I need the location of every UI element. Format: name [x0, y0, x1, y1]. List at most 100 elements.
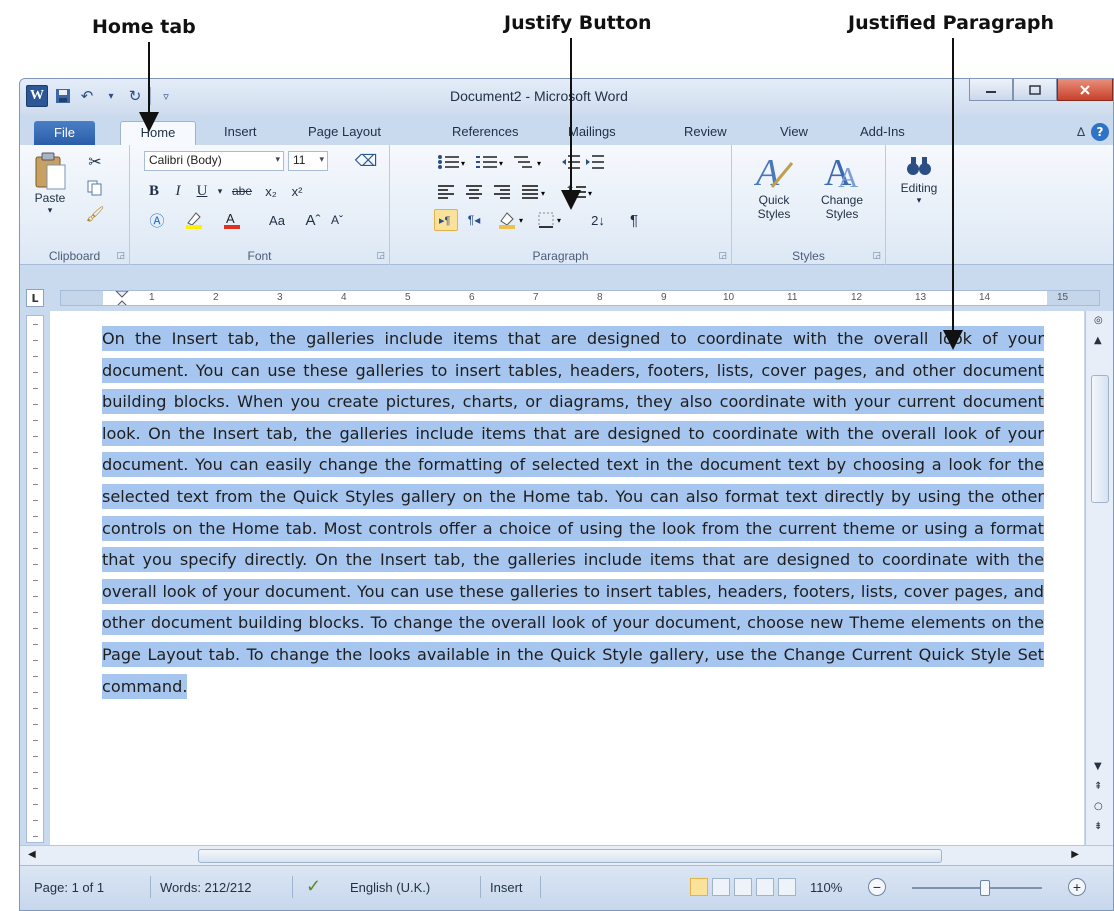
font-color-icon[interactable]: A	[218, 209, 246, 231]
rtl-text-direction-icon[interactable]: ¶◂	[462, 209, 486, 231]
next-page-icon[interactable]: ⇟	[1094, 821, 1102, 832]
change-case-button[interactable]: Aa	[260, 209, 294, 231]
font-name-combo[interactable]: Calibri (Body) ▾	[144, 151, 284, 171]
strikethrough-button[interactable]: abe	[228, 181, 256, 201]
maximize-button[interactable]	[1013, 79, 1057, 101]
zoom-slider[interactable]	[912, 887, 1042, 889]
tab-add-ins[interactable]: Add-Ins	[852, 121, 913, 145]
text-effects-icon[interactable]: Ⓐ	[144, 209, 170, 231]
clipboard-launcher-icon[interactable]: ◲	[116, 251, 125, 261]
font-launcher-icon[interactable]: ◲	[376, 251, 385, 261]
word-logo-icon[interactable]: W	[26, 85, 48, 107]
horizontal-scroll-thumb[interactable]	[198, 849, 942, 863]
format-painter-icon[interactable]: 🖌	[84, 203, 106, 225]
status-words[interactable]: Words: 212/212	[160, 880, 252, 895]
line-spacing-icon[interactable]: ▾	[564, 181, 598, 203]
change-styles-button[interactable]: AA Change Styles	[810, 149, 874, 221]
save-icon[interactable]	[54, 87, 72, 105]
font-size-combo[interactable]: 11 ▾	[288, 151, 328, 171]
tab-mailings[interactable]: Mailings	[560, 121, 624, 145]
editing-button[interactable]: Editing ▾	[894, 151, 944, 206]
scroll-up-icon[interactable]: ▲	[1094, 335, 1102, 346]
indent-marker-icon[interactable]	[115, 291, 129, 306]
select-browse-object-icon[interactable]: ○	[1094, 801, 1103, 812]
borders-icon[interactable]: ▾	[534, 209, 570, 231]
vertical-ruler[interactable]	[26, 315, 44, 843]
clipboard-group-label: Clipboard	[48, 249, 101, 263]
underline-button[interactable]: U	[192, 181, 212, 201]
help-icon[interactable]: ?	[1091, 123, 1109, 141]
horizontal-ruler[interactable]: 1 2 3 4 5 6 7 8 9 10 11 12 13 14 15	[60, 290, 1100, 306]
document-page[interactable]: On the Insert tab, the galleries include…	[50, 311, 1084, 845]
bold-button[interactable]: B	[144, 181, 164, 201]
zoom-out-icon[interactable]: −	[868, 878, 886, 896]
justified-paragraph[interactable]: On the Insert tab, the galleries include…	[102, 323, 1044, 702]
subscript-button[interactable]: x₂	[260, 181, 282, 201]
styles-launcher-icon[interactable]: ◲	[872, 251, 881, 261]
tab-review[interactable]: Review	[676, 121, 735, 145]
align-right-icon[interactable]	[490, 181, 514, 203]
web-layout-view-icon[interactable]	[734, 878, 752, 896]
zoom-in-icon[interactable]: +	[1068, 878, 1086, 896]
align-left-icon[interactable]	[434, 181, 458, 203]
outline-view-icon[interactable]	[756, 878, 774, 896]
ltr-text-direction-icon[interactable]: ▸¶	[434, 209, 458, 231]
scroll-left-icon[interactable]: ◀	[28, 849, 36, 860]
tab-page-layout[interactable]: Page Layout	[300, 121, 389, 145]
scroll-down-icon[interactable]: ▼	[1094, 761, 1102, 772]
vertical-scrollbar[interactable]: ◎ ▲ ▼ ⇞ ○ ⇟	[1085, 311, 1113, 845]
quick-styles-button[interactable]: A Quick Styles	[742, 149, 806, 221]
close-button[interactable]	[1057, 79, 1113, 101]
superscript-button[interactable]: x²	[286, 181, 308, 201]
ruler-toggle-icon[interactable]: ◎	[1094, 315, 1103, 326]
status-page[interactable]: Page: 1 of 1	[34, 880, 104, 895]
print-layout-view-icon[interactable]	[690, 878, 708, 896]
highlight-color-icon[interactable]	[180, 209, 208, 231]
sort-button[interactable]: 2↓	[584, 209, 612, 231]
justify-button[interactable]: ▾	[518, 181, 552, 203]
paste-button[interactable]: Paste ▾	[28, 151, 72, 216]
cut-icon[interactable]: ✂	[84, 151, 106, 173]
zoom-slider-handle[interactable]	[980, 880, 990, 896]
selected-text[interactable]: On the Insert tab, the galleries include…	[102, 326, 1044, 699]
tab-view[interactable]: View	[772, 121, 816, 145]
draft-view-icon[interactable]	[778, 878, 796, 896]
tab-file[interactable]: File	[34, 121, 95, 145]
scroll-right-icon[interactable]: ▶	[1071, 849, 1079, 860]
grow-font-button[interactable]: Aˆ	[302, 209, 324, 231]
tab-insert[interactable]: Insert	[216, 121, 265, 145]
proofing-icon[interactable]: ✓	[306, 876, 321, 897]
minimize-ribbon-icon[interactable]: ∆	[1077, 125, 1085, 139]
copy-icon[interactable]	[84, 177, 106, 199]
tab-references[interactable]: References	[444, 121, 526, 145]
paragraph-group-label: Paragraph	[532, 249, 589, 263]
horizontal-scrollbar[interactable]: ◀ ▶	[20, 845, 1113, 865]
show-hide-marks-button[interactable]: ¶	[622, 209, 646, 231]
customize-qat-icon[interactable]: ▿	[157, 87, 175, 105]
tab-home[interactable]: Home	[120, 121, 196, 145]
paragraph-launcher-icon[interactable]: ◲	[718, 251, 727, 261]
minimize-button[interactable]	[969, 79, 1013, 101]
status-language[interactable]: English (U.K.)	[350, 880, 430, 895]
zoom-level[interactable]: 110%	[810, 880, 842, 895]
full-screen-reading-view-icon[interactable]	[712, 878, 730, 896]
tab-selector-icon[interactable]: L	[26, 289, 44, 307]
previous-page-icon[interactable]: ⇞	[1094, 781, 1102, 792]
italic-button[interactable]: I	[168, 181, 188, 201]
shading-icon[interactable]: ▾	[494, 209, 530, 231]
clear-formatting-icon[interactable]: ⌫	[352, 149, 380, 173]
decrease-indent-icon[interactable]	[560, 151, 582, 173]
status-insert-mode[interactable]: Insert	[490, 880, 523, 895]
multilevel-list-icon[interactable]: ▾	[510, 151, 546, 173]
underline-dropdown-icon[interactable]: ▾	[214, 181, 226, 201]
bullets-icon[interactable]: ▾	[434, 151, 470, 173]
align-center-icon[interactable]	[462, 181, 486, 203]
numbering-icon[interactable]: ▾	[472, 151, 508, 173]
vertical-scroll-thumb[interactable]	[1091, 375, 1109, 503]
minimize-icon	[986, 90, 996, 93]
redo-icon[interactable]: ↻	[126, 87, 144, 105]
increase-indent-icon[interactable]	[584, 151, 606, 173]
undo-icon[interactable]: ↶	[78, 87, 96, 105]
undo-dropdown-icon[interactable]: ▾	[102, 87, 120, 105]
shrink-font-button[interactable]: Aˇ	[326, 209, 348, 231]
